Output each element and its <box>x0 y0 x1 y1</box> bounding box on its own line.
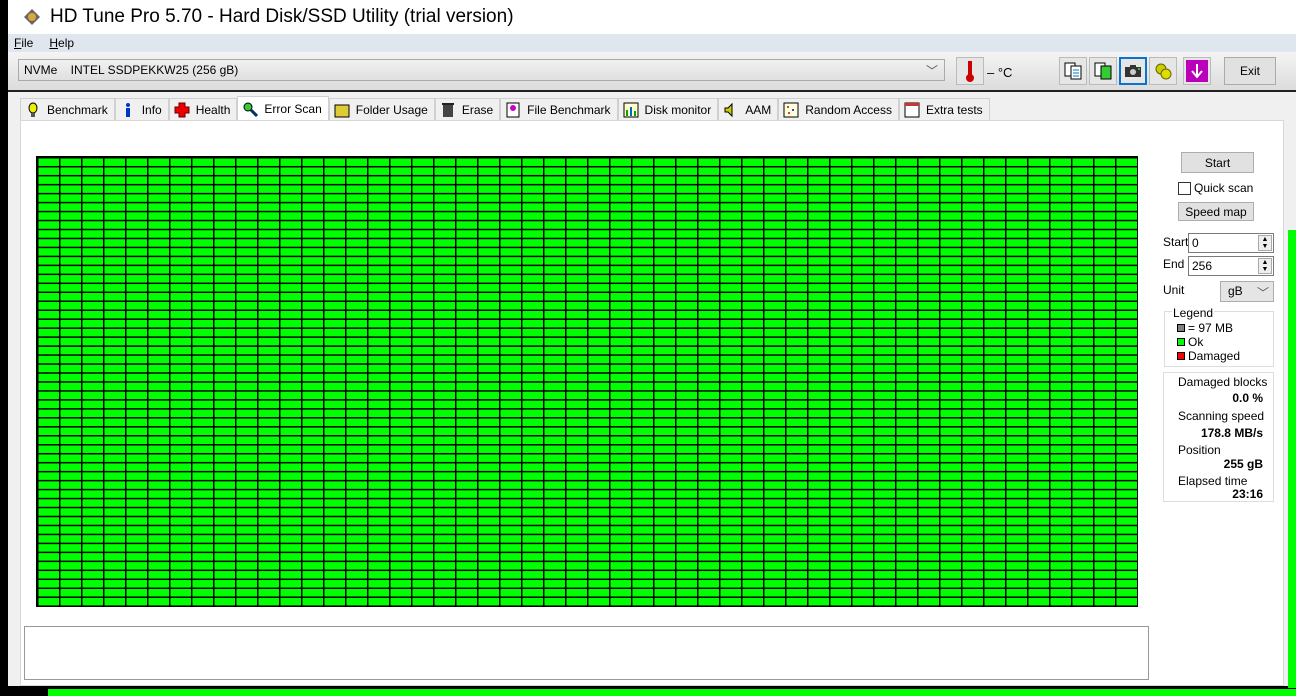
quick-scan-label: Quick scan <box>1194 181 1254 195</box>
elapsed-time-label: Elapsed time <box>1178 474 1248 488</box>
tab-label: Extra tests <box>925 102 983 117</box>
position-label: Position <box>1178 443 1221 457</box>
position-value: 255 gB <box>1223 457 1263 471</box>
checkbox-box[interactable] <box>1178 181 1191 195</box>
menu-bar: File Help <box>8 34 1296 52</box>
health-cross-icon <box>174 102 190 118</box>
tab-label: File Benchmark <box>527 102 611 117</box>
drive-select[interactable]: NVMe INTEL SSDPEKKW25 (256 gB) ﹀ <box>18 59 945 81</box>
exit-button[interactable]: Exit <box>1224 57 1276 85</box>
unit-select[interactable]: gB ﹀ <box>1220 281 1274 302</box>
damaged-blocks-label: Damaged blocks <box>1178 375 1268 389</box>
tab-extra-tests[interactable]: Extra tests <box>898 98 990 120</box>
tab-label: Info <box>141 102 162 117</box>
tab-folder-usage[interactable]: Folder Usage <box>328 98 435 120</box>
extra-tests-icon <box>904 102 920 118</box>
window-title: HD Tune Pro 5.70 - Hard Disk/SSD Utility… <box>50 6 514 27</box>
file-benchmark-icon <box>505 102 521 118</box>
disk-monitor-icon <box>623 102 639 118</box>
options-icon <box>1155 63 1172 80</box>
scan-stats: Damaged blocks 0.0 % Scanning speed 178.… <box>1163 372 1274 502</box>
tab-bar: Benchmark Info Health Error Scan Folder Usag… <box>20 96 990 120</box>
scanning-speed-value: 178.8 MB/s <box>1200 426 1263 440</box>
legend-ok: Ok <box>1177 335 1240 349</box>
unit-label: Unit <box>1163 283 1185 297</box>
tab-aam[interactable]: AAM <box>718 98 779 120</box>
save-button[interactable] <box>1183 57 1211 85</box>
speed-map-button[interactable]: Speed map <box>1178 202 1254 221</box>
tab-error-scan[interactable]: Error Scan <box>237 96 329 120</box>
copy-screenshot-button[interactable] <box>1089 57 1117 85</box>
temperature-readout: – °C <box>987 65 1013 80</box>
save-download-icon <box>1186 60 1208 82</box>
folder-icon <box>334 102 350 118</box>
tab-label: Erase <box>461 102 494 117</box>
legend-box: Legend = 97 MB Ok Damaged <box>1164 306 1274 367</box>
title-bar: HD Tune Pro 5.70 - Hard Disk/SSD Utility… <box>8 0 1296 34</box>
tab-info[interactable]: Info <box>114 98 169 120</box>
tab-benchmark[interactable]: Benchmark <box>20 98 115 120</box>
info-icon <box>120 102 136 118</box>
tab-random-access[interactable]: Random Access <box>778 98 899 120</box>
tab-label: Benchmark <box>47 102 108 117</box>
legend-block-size: = 97 MB <box>1177 321 1240 335</box>
copy-text-icon <box>1064 62 1082 80</box>
end-label: End <box>1163 257 1185 271</box>
speaker-icon <box>723 102 739 118</box>
trash-icon <box>440 102 456 118</box>
scanning-speed-label: Scanning speed <box>1178 409 1265 423</box>
legend-damaged: Damaged <box>1177 349 1240 363</box>
tab-label: Disk monitor <box>644 102 712 117</box>
background-window <box>1288 230 1296 690</box>
start-scan-button[interactable]: Start <box>1181 152 1254 173</box>
tab-label: Error Scan <box>264 101 322 116</box>
scan-block-map <box>36 156 1138 607</box>
chevron-down-icon: ﹀ <box>1256 286 1269 300</box>
start-input[interactable]: 0 ▲ ▼ <box>1188 233 1274 253</box>
spinner-arrows-icon[interactable]: ▲ ▼ <box>1258 235 1272 251</box>
tab-label: AAM <box>745 102 772 117</box>
menu-file[interactable]: File <box>14 36 33 50</box>
copy-text-button[interactable] <box>1059 57 1087 85</box>
elapsed-time-value: 23:16 <box>1232 487 1263 501</box>
start-label: Start <box>1163 235 1189 249</box>
damaged-blocks-value: 0.0 % <box>1232 391 1263 405</box>
spinner-arrows-icon[interactable]: ▲ ▼ <box>1258 258 1272 274</box>
thermometer-icon <box>966 61 974 82</box>
random-access-icon <box>783 102 799 118</box>
tab-erase[interactable]: Erase <box>434 98 501 120</box>
tab-label: Folder Usage <box>355 102 428 117</box>
toolbar: NVMe INTEL SSDPEKKW25 (256 gB) ﹀ – °C Exi… <box>8 52 1296 92</box>
lightbulb-icon <box>25 102 41 118</box>
screenshot-button[interactable] <box>1119 57 1147 85</box>
magnifier-icon <box>242 101 259 117</box>
background-window <box>48 688 1296 696</box>
copy-screenshot-icon <box>1094 62 1112 80</box>
error-scan-panel: Start Quick scan Speed map Start 0 ▲ ▼ End… <box>20 120 1284 686</box>
temperature-button[interactable] <box>956 57 984 85</box>
tab-label: Health <box>195 102 231 117</box>
end-input[interactable]: 256 ▲ ▼ <box>1188 256 1274 276</box>
app-disk-icon <box>24 9 40 25</box>
camera-icon <box>1125 65 1141 77</box>
options-button[interactable] <box>1149 57 1177 85</box>
tab-label: Random Access <box>805 102 892 117</box>
menu-help[interactable]: Help <box>49 36 74 50</box>
tab-health[interactable]: Health <box>168 98 238 120</box>
app-window: HD Tune Pro 5.70 - Hard Disk/SSD Utility… <box>8 0 1296 686</box>
chevron-down-icon: ﹀ <box>925 64 938 78</box>
tab-file-benchmark[interactable]: File Benchmark <box>500 98 618 120</box>
tab-disk-monitor[interactable]: Disk monitor <box>617 98 719 120</box>
scan-log <box>24 626 1149 680</box>
quick-scan-checkbox[interactable]: Quick scan <box>1178 181 1253 195</box>
legend-title: Legend <box>1172 306 1215 320</box>
